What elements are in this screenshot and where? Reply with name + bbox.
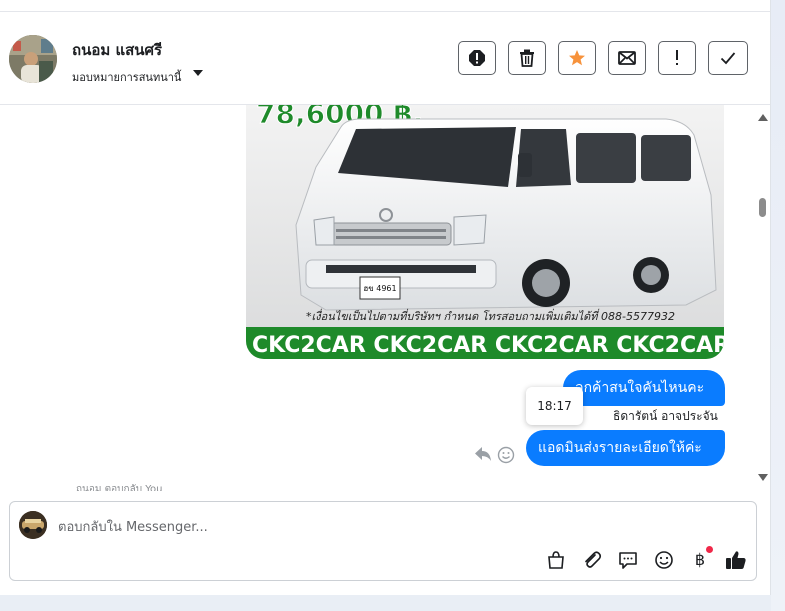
baht-icon[interactable]: ฿ bbox=[689, 546, 713, 571]
scrollbar-thumb[interactable] bbox=[759, 198, 766, 217]
seen-status: ถนอม ตอบกลับ You bbox=[76, 484, 163, 491]
sender-name: ธิดารัตน์ อาจประจัน bbox=[613, 409, 718, 423]
message-bubble[interactable]: แอดมินส่งรายละเอียดให้ค่ะ bbox=[526, 430, 725, 466]
follow-up-button[interactable] bbox=[658, 41, 696, 75]
message-bubble[interactable]: ลูกค้าสนใจคันไหนคะ bbox=[563, 370, 725, 406]
mark-done-button[interactable] bbox=[708, 41, 748, 75]
page-edge bbox=[771, 0, 785, 611]
inbox-conversation-panel: ถนอม แสนศรี มอบหมายการสนทนานี้ 78,6000 ฿… bbox=[0, 0, 771, 595]
disclaimer-text: *เงื่อนไขเป็นไปตามที่บริษัทฯ กำหนด โทรสอ… bbox=[306, 308, 675, 323]
paperclip-icon[interactable] bbox=[581, 549, 603, 571]
thumbs-up-icon[interactable] bbox=[725, 549, 747, 571]
react-emoji-icon[interactable] bbox=[497, 446, 515, 468]
delete-button[interactable] bbox=[508, 41, 546, 75]
page-avatar bbox=[19, 511, 47, 539]
message-list[interactable]: 78,6000 ฿. ฮข 4961 *เงื่อนไขเป็นไปตามที่… bbox=[0, 105, 756, 491]
conversation-header: ถนอม แสนศรี มอบหมายการสนทนานี้ bbox=[0, 12, 770, 105]
notification-dot bbox=[706, 546, 713, 553]
composer-toolbar: ฿ bbox=[545, 546, 747, 571]
watermark-text: CKC2CAR CKC2CAR CKC2CAR CKC2CAR CKC2CAR … bbox=[252, 333, 724, 358]
exclamation-circle-icon bbox=[469, 50, 485, 66]
contact-avatar[interactable] bbox=[9, 35, 57, 83]
emoji-icon[interactable] bbox=[653, 549, 675, 571]
car-image-message[interactable]: 78,6000 ฿. ฮข 4961 *เงื่อนไขเป็นไปตามที่… bbox=[246, 105, 724, 359]
contact-name[interactable]: ถนอม แสนศรี bbox=[72, 38, 162, 62]
envelope-icon bbox=[618, 51, 636, 65]
scroll-down-arrow[interactable] bbox=[758, 474, 768, 481]
saved-reply-icon[interactable] bbox=[617, 549, 639, 571]
trash-icon bbox=[520, 49, 534, 67]
star-icon bbox=[569, 50, 585, 66]
reply-icon[interactable] bbox=[474, 446, 492, 466]
license-plate: ฮข 4961 bbox=[363, 284, 396, 293]
action-toolbar bbox=[458, 41, 748, 75]
chevron-down-icon[interactable] bbox=[193, 70, 203, 76]
shopping-bag-icon[interactable] bbox=[545, 549, 567, 571]
reply-composer[interactable]: ตอบกลับใน Messenger... ฿ bbox=[9, 501, 757, 581]
mark-spam-button[interactable] bbox=[458, 41, 496, 75]
mark-unread-button[interactable] bbox=[608, 41, 646, 75]
reply-input[interactable]: ตอบกลับใน Messenger... bbox=[58, 516, 208, 537]
check-icon bbox=[720, 52, 736, 65]
timestamp-tooltip: 18:17 bbox=[526, 387, 583, 425]
exclamation-icon bbox=[676, 50, 678, 65]
star-button[interactable] bbox=[558, 41, 596, 75]
baht-symbol: ฿ bbox=[694, 550, 706, 569]
scroll-up-arrow[interactable] bbox=[758, 114, 768, 121]
assign-conversation-label[interactable]: มอบหมายการสนทนานี้ bbox=[72, 68, 181, 86]
